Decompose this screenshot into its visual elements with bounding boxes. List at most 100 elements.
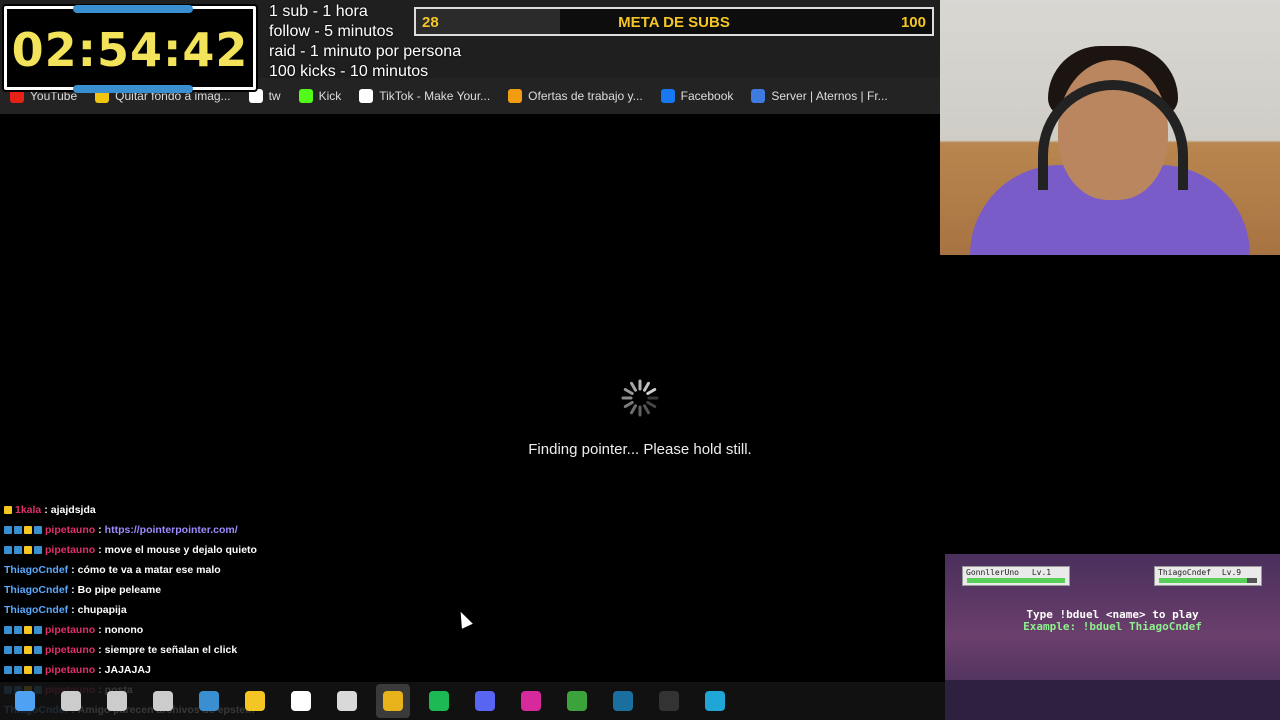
chat-text: Bo pipe peleame [77, 584, 162, 596]
badge-icon [34, 646, 42, 654]
chat-message: pipetauno : siempre te señalan el click [0, 640, 430, 660]
spinner-segment [623, 388, 634, 395]
badge-icon [4, 646, 12, 654]
steam-icon[interactable] [606, 684, 640, 718]
bookmark-3[interactable]: tw [248, 89, 281, 103]
player2-health-bar [1159, 578, 1257, 583]
obs-icon[interactable] [330, 684, 364, 718]
task-view-icon-glyph [107, 691, 127, 711]
chat-username: pipetauno [45, 644, 96, 656]
chat-badges [4, 646, 42, 654]
bookmark-8[interactable]: Server | Aternos | Fr... [751, 89, 888, 103]
task-view-icon[interactable] [100, 684, 134, 718]
spinner-segment [646, 401, 657, 408]
widgets-icon-glyph [153, 691, 173, 711]
chat-text: ajajdsjda [50, 504, 96, 516]
instagram-icon[interactable] [514, 684, 548, 718]
mouse-cursor-icon [455, 609, 473, 629]
chat-message: 1kala : ajajdsjda [0, 500, 430, 520]
timer-top-accent [73, 5, 193, 13]
chat-badges [4, 546, 42, 554]
rule-kicks: 100 kicks - 10 minutos [269, 63, 429, 80]
bookmark-label: Kick [318, 89, 342, 103]
server-icon [751, 89, 766, 103]
chat-badges [4, 526, 42, 534]
spinner-segment [643, 381, 650, 392]
chrome-icon[interactable] [376, 684, 410, 718]
badge-icon [24, 546, 32, 554]
instagram-icon-glyph [521, 691, 541, 711]
chat-text: JAJAJAJ [104, 664, 151, 676]
badge-icon [4, 666, 12, 674]
capcut-icon-glyph [291, 691, 311, 711]
badge-icon [34, 526, 42, 534]
chat-username: pipetauno [45, 524, 96, 536]
badge-icon [14, 546, 22, 554]
edge-icon[interactable] [698, 684, 732, 718]
badge-icon [34, 626, 42, 634]
bookmark-7[interactable]: Facebook [660, 89, 733, 103]
badge-icon [14, 626, 22, 634]
timer-bottom-accent [73, 85, 193, 93]
spinner-segment [630, 381, 637, 392]
chat-badges [4, 666, 42, 674]
bookmark-6[interactable]: Ofertas de trabajo y... [508, 89, 643, 103]
facebook-icon [660, 89, 675, 103]
webcam-feed [940, 0, 1280, 255]
loading-spinner-icon [621, 379, 659, 417]
file-explorer-icon[interactable] [238, 684, 272, 718]
chat-message: ThiagoCndef : cómo te va a matar ese mal… [4, 564, 221, 576]
chat-username: pipetauno [45, 664, 96, 676]
badge-icon [14, 646, 22, 654]
bookmark-4[interactable]: Kick [298, 89, 342, 103]
tiktok-icon [359, 89, 374, 103]
chat-message: ThiagoCndef : Bo pipe peleame [4, 584, 162, 596]
capcut-icon[interactable] [284, 684, 318, 718]
minecraft-icon[interactable] [560, 684, 594, 718]
chat-text: siempre te señalan el click [104, 644, 238, 656]
player1-level: Lv.1 [1031, 568, 1052, 577]
chat-username: pipetauno [45, 624, 96, 636]
obs-icon-glyph [337, 691, 357, 711]
windows-start-icon[interactable] [8, 684, 42, 718]
badge-icon [4, 526, 12, 534]
badge-icon [4, 546, 12, 554]
search-icon-glyph [61, 691, 81, 711]
game-ground [945, 680, 1280, 720]
chat-text: cómo te va a matar ese malo [77, 564, 221, 576]
loading-message: Finding pointer... Please hold still. [528, 441, 752, 458]
discord-icon-glyph [475, 691, 495, 711]
goal-max: 100 [900, 14, 926, 31]
badge-icon [14, 526, 22, 534]
battle-game-overlay: GonnllerUno Lv.1 ThiagoCndef Lv.9 Type !… [945, 554, 1280, 720]
spotify-icon[interactable] [422, 684, 456, 718]
epic-games-icon-glyph [659, 691, 679, 711]
bookmark-5[interactable]: TikTok - Make Your... [359, 89, 490, 103]
player1-health-bar [967, 578, 1065, 583]
file-explorer-icon-glyph [245, 691, 265, 711]
discord-icon[interactable] [468, 684, 502, 718]
bookmark-label: tw [268, 89, 281, 103]
chat-message: pipetauno : JAJAJAJ [0, 660, 430, 680]
chat-message: pipetauno : https://pointerpointer.com/ [0, 520, 430, 540]
badge-icon [4, 506, 12, 514]
widgets-icon[interactable] [146, 684, 180, 718]
chat-link[interactable]: https://pointerpointer.com/ [105, 524, 238, 536]
steam-icon-glyph [613, 691, 633, 711]
badge-icon [24, 526, 32, 534]
player1-name: GonnllerUno [966, 568, 1019, 577]
spotify-icon-glyph [429, 691, 449, 711]
spinner-segment [630, 404, 637, 415]
store-icon[interactable] [192, 684, 226, 718]
edge-icon-glyph [705, 691, 725, 711]
bookmark-label: YouTube [30, 89, 78, 103]
chat-text: chupapija [77, 604, 127, 616]
search-icon[interactable] [54, 684, 88, 718]
chat-message: pipetauno : move el mouse y dejalo quiet… [0, 540, 430, 560]
chat-message: ThiagoCndef : chupapija [4, 604, 127, 616]
bookmark-1[interactable]: YouTube [10, 89, 77, 103]
epic-games-icon[interactable] [652, 684, 686, 718]
badge-icon [24, 626, 32, 634]
minecraft-icon-glyph [567, 691, 587, 711]
chrome-icon-glyph [383, 691, 403, 711]
